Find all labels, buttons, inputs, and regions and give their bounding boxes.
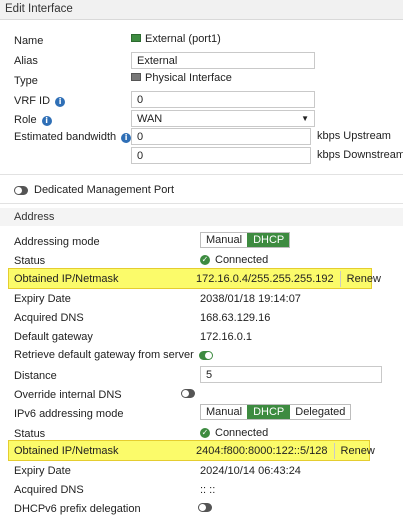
ipv6-acquired-dns-value: :: :: <box>200 484 216 496</box>
default-gateway-label: Default gateway <box>14 331 93 343</box>
info-icon[interactable]: i <box>55 97 66 107</box>
edit-interface-header: Edit Interface <box>0 0 403 20</box>
ipv6-status-label: Status <box>14 428 46 440</box>
obtained-ip-value: 172.16.0.4/255.255.255.192 <box>196 272 334 285</box>
name-label: Name <box>14 35 44 47</box>
alias-input[interactable] <box>131 52 315 69</box>
retrieve-gateway-toggle[interactable] <box>198 350 213 360</box>
bw-downstream-unit: kbps Downstream <box>317 149 403 161</box>
addressing-mode-toggle: Manual DHCP <box>200 232 291 248</box>
retrieve-gateway-row: Retrieve default gateway from server <box>14 349 213 361</box>
interface-port-icon <box>131 34 141 42</box>
type-value-wrap: Physical Interface <box>131 72 232 84</box>
addressing-mode-dhcp[interactable]: DHCP <box>247 233 290 247</box>
info-icon[interactable]: i <box>41 116 52 126</box>
divider <box>0 203 403 204</box>
addressing-mode-manual[interactable]: Manual <box>201 233 247 247</box>
info-icon[interactable]: i <box>121 133 132 143</box>
expiry-label: Expiry Date <box>14 293 71 305</box>
bw-upstream-input[interactable] <box>131 128 311 145</box>
dedicated-mgmt-label: Dedicated Management Port <box>34 184 175 196</box>
vrf-input[interactable] <box>131 91 315 108</box>
ipv6-obtained-ip-label: Obtained IP/Netmask <box>14 445 119 457</box>
vrf-label-wrap: VRF ID i <box>14 95 66 107</box>
type-value: Physical Interface <box>145 72 232 84</box>
expiry-value: 2038/01/18 19:14:07 <box>200 293 301 305</box>
role-selected-value: WAN <box>137 112 163 125</box>
distance-input[interactable] <box>200 366 382 383</box>
addressing-mode-label: Addressing mode <box>14 236 100 248</box>
ipv6-renew-button[interactable]: Renew <box>333 442 381 459</box>
dedicated-mgmt-toggle[interactable] <box>14 185 28 195</box>
ipv6-expiry-value: 2024/10/14 06:43:24 <box>200 465 301 477</box>
acquired-dns-value: 168.63.129.16 <box>200 312 271 324</box>
check-circle-icon: ✓ <box>200 255 210 265</box>
obtained-ip-box: 172.16.0.4/255.255.255.192 Renew <box>196 270 387 287</box>
name-value-wrap: External (port1) <box>131 33 221 45</box>
ipv6-mode-dhcp[interactable]: DHCP <box>247 405 290 419</box>
page-title: Edit Interface <box>5 3 73 15</box>
check-circle-icon: ✓ <box>200 428 210 438</box>
role-label-wrap: Role i <box>14 114 52 126</box>
dhcpv6-prefix-toggle[interactable] <box>198 503 213 512</box>
override-dns-label: Override internal DNS <box>14 389 122 401</box>
bw-downstream-input[interactable] <box>131 147 311 164</box>
distance-label: Distance <box>14 370 57 382</box>
dhcpv6-prefix-label: DHCPv6 prefix delegation <box>14 503 141 515</box>
divider <box>0 174 403 175</box>
ipv6-mode-delegated[interactable]: Delegated <box>289 405 350 419</box>
role-label: Role <box>14 114 37 126</box>
chevron-down-icon: ▼ <box>301 114 309 123</box>
status-label: Status <box>14 255 46 267</box>
ipv6-status-value: Connected <box>215 427 269 439</box>
ipv6-mode-manual[interactable]: Manual <box>201 405 247 419</box>
retrieve-gateway-label: Retrieve default gateway from server <box>14 349 194 361</box>
alias-label: Alias <box>14 55 38 67</box>
obtained-ip-label: Obtained IP/Netmask <box>14 273 119 285</box>
status-value: Connected <box>215 254 269 266</box>
bw-label: Estimated bandwidth <box>14 131 117 143</box>
ipv6-mode-label: IPv6 addressing mode <box>14 408 124 420</box>
role-select[interactable]: WAN ▼ <box>131 110 315 127</box>
vrf-label: VRF ID <box>14 95 51 107</box>
type-label: Type <box>14 75 38 87</box>
status-value-wrap: ✓ Connected <box>200 254 268 266</box>
ipv6-obtained-ip-value: 2404:f800:8000:122::5/128 <box>196 444 328 457</box>
acquired-dns-label: Acquired DNS <box>14 312 84 324</box>
address-section-header: Address <box>0 208 403 226</box>
ipv6-acquired-dns-label: Acquired DNS <box>14 484 84 496</box>
ipv6-obtained-ip-box: 2404:f800:8000:122::5/128 Renew <box>196 442 381 459</box>
ipv6-status-value-wrap: ✓ Connected <box>200 427 268 439</box>
bw-upstream-unit: kbps Upstream <box>317 130 391 142</box>
physical-interface-icon <box>131 73 141 81</box>
address-section-title: Address <box>14 211 55 223</box>
name-value: External (port1) <box>145 33 221 45</box>
ipv6-mode-toggle: Manual DHCP Delegated <box>200 404 352 420</box>
default-gateway-value: 172.16.0.1 <box>200 331 252 343</box>
override-dns-toggle[interactable] <box>181 389 195 398</box>
ipv6-expiry-label: Expiry Date <box>14 465 71 477</box>
dedicated-mgmt-row: Dedicated Management Port <box>14 184 174 196</box>
bw-label-wrap: Estimated bandwidth i <box>14 131 132 143</box>
renew-button[interactable]: Renew <box>339 270 387 287</box>
